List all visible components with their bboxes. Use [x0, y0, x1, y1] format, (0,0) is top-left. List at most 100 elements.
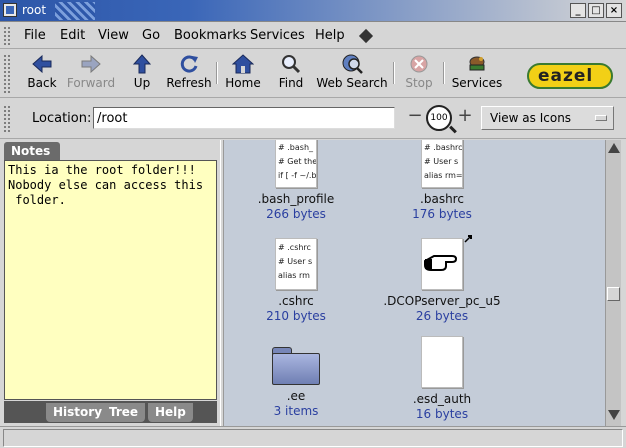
refresh-label: Refresh	[166, 76, 212, 90]
file-size: 266 bytes	[266, 207, 326, 221]
file-size: 3 items	[273, 404, 319, 418]
status-bar	[0, 426, 626, 448]
folder-icon	[272, 345, 320, 385]
throbber-diamond-icon[interactable]	[358, 28, 374, 44]
locationbar-grip-icon[interactable]	[3, 105, 11, 133]
window-title: root	[22, 3, 47, 17]
text-file-icon: # .bashrc # User s alias rm=	[421, 140, 463, 188]
toolbar-separator	[443, 62, 445, 84]
back-label: Back	[27, 76, 57, 90]
blank-file-icon	[421, 336, 463, 388]
forward-button[interactable]: Forward	[66, 54, 116, 96]
text-file-icon: # .cshrc # User s alias rm	[275, 238, 317, 290]
file-name: .DCOPserver_pc_u5	[383, 294, 501, 308]
home-label: Home	[225, 76, 261, 90]
toolbar-separator	[216, 62, 218, 84]
web-search-label: Web Search	[316, 76, 388, 90]
preview-line: # .bashrc	[424, 143, 463, 152]
zoom-out-icon[interactable]: −	[407, 107, 423, 125]
pointing-hand-icon	[424, 255, 458, 271]
up-button[interactable]: Up	[128, 54, 156, 96]
tab-history[interactable]: History	[46, 403, 110, 422]
menu-help[interactable]: Help	[315, 28, 345, 43]
file-size: 26 bytes	[415, 309, 469, 323]
text-file-icon: # .bash_ # Get the if [ -f ~/.b	[275, 140, 317, 188]
refresh-button[interactable]: Refresh	[166, 54, 212, 96]
up-arrow-icon	[132, 54, 152, 74]
preview-line: if [ -f ~/.b	[278, 171, 317, 180]
menubar-grip-icon[interactable]	[3, 26, 11, 46]
menu-edit[interactable]: Edit	[60, 28, 85, 43]
home-icon	[232, 54, 254, 74]
file-item-ee-folder[interactable]: .ee 3 items	[236, 345, 356, 418]
scroll-down-icon[interactable]	[608, 410, 620, 420]
tab-tree[interactable]: Tree	[102, 403, 146, 422]
web-search-globe-icon	[342, 54, 363, 74]
file-item-esd-auth[interactable]: .esd_auth 16 bytes	[382, 336, 502, 421]
file-item-bashrc[interactable]: # .bashrc # User s alias rm= .bashrc 176…	[382, 140, 502, 221]
web-search-button[interactable]: Web Search	[316, 54, 388, 96]
file-item-dcopserver[interactable]: .DCOPserver_pc_u5 26 bytes	[382, 235, 502, 323]
find-label: Find	[278, 76, 304, 90]
stop-button[interactable]: Stop	[404, 54, 434, 96]
services-button[interactable]: Services	[451, 54, 503, 96]
toolbar-separator	[393, 62, 395, 84]
menu-file[interactable]: File	[24, 28, 46, 43]
file-name: .bash_profile	[257, 192, 335, 206]
window-title-bar[interactable]: root _ □ ×	[0, 0, 626, 22]
refresh-icon	[180, 55, 198, 73]
file-size: 176 bytes	[412, 207, 472, 221]
menu-bookmarks[interactable]: Bookmarks	[174, 28, 247, 43]
file-size: 210 bytes	[266, 309, 326, 323]
preview-line: # User s	[424, 157, 459, 166]
preview-line: # User s	[278, 257, 313, 266]
vertical-scrollbar[interactable]	[605, 140, 621, 426]
file-name: .bashrc	[420, 192, 464, 206]
file-name: .esd_auth	[412, 392, 472, 406]
title-decoration	[55, 2, 95, 20]
file-item-cshrc[interactable]: # .cshrc # User s alias rm .cshrc 210 by…	[236, 238, 356, 323]
menu-services[interactable]: Services	[250, 28, 305, 43]
back-arrow-icon	[32, 54, 52, 74]
minimize-icon[interactable]: _	[570, 3, 586, 18]
eazel-logo-text: eazel	[538, 66, 594, 86]
view-as-select[interactable]: View as Icons	[481, 106, 614, 130]
eazel-logo[interactable]: eazel	[527, 63, 613, 89]
scroll-thumb[interactable]	[607, 287, 620, 301]
file-icon-view[interactable]: # .bash_ # Get the if [ -f ~/.b .bash_pr…	[224, 140, 605, 426]
folder-body	[272, 353, 320, 385]
preview-line: alias rm	[278, 271, 310, 280]
zoom-in-icon[interactable]: +	[457, 107, 473, 125]
file-size: 16 bytes	[415, 407, 469, 421]
preview-line: # Get the	[278, 157, 317, 166]
dropdown-arrow-icon	[595, 115, 607, 121]
scroll-up-icon[interactable]	[608, 143, 620, 153]
file-name: .cshrc	[278, 294, 314, 308]
sidebar-notes-title[interactable]: Notes	[4, 142, 60, 160]
window-menu-icon[interactable]	[3, 3, 17, 17]
sidebar-tab-bar: History Tree Help	[4, 401, 217, 423]
notes-textarea[interactable]: This ia the root folder!!! Nobody else c…	[4, 160, 217, 400]
services-label: Services	[451, 76, 503, 90]
stop-label: Stop	[405, 76, 433, 90]
back-button[interactable]: Back	[24, 54, 60, 96]
preview-line: # .cshrc	[278, 243, 311, 252]
home-button[interactable]: Home	[224, 54, 262, 96]
tab-help[interactable]: Help	[148, 403, 193, 422]
sidebar: Notes This ia the root folder!!! Nobody …	[0, 140, 220, 426]
menu-bar: File Edit View Go Bookmarks Services Hel…	[0, 23, 626, 49]
view-as-label: View as Icons	[490, 111, 572, 125]
location-input[interactable]	[93, 107, 395, 129]
close-icon[interactable]: ×	[606, 3, 622, 18]
services-icon	[469, 56, 485, 71]
symlink-arrow-icon	[464, 235, 472, 243]
file-item-bash-profile[interactable]: # .bash_ # Get the if [ -f ~/.b .bash_pr…	[236, 140, 356, 221]
maximize-icon[interactable]: □	[588, 3, 604, 18]
preview-line: alias rm=	[424, 171, 463, 180]
menu-go[interactable]: Go	[142, 28, 160, 43]
menu-view[interactable]: View	[98, 28, 129, 43]
location-bar: Location: − 100 + View as Icons	[0, 99, 626, 139]
zoom-level-icon[interactable]: 100	[426, 105, 452, 131]
toolbar-grip-icon[interactable]	[3, 54, 11, 94]
find-button[interactable]: Find	[276, 54, 306, 96]
